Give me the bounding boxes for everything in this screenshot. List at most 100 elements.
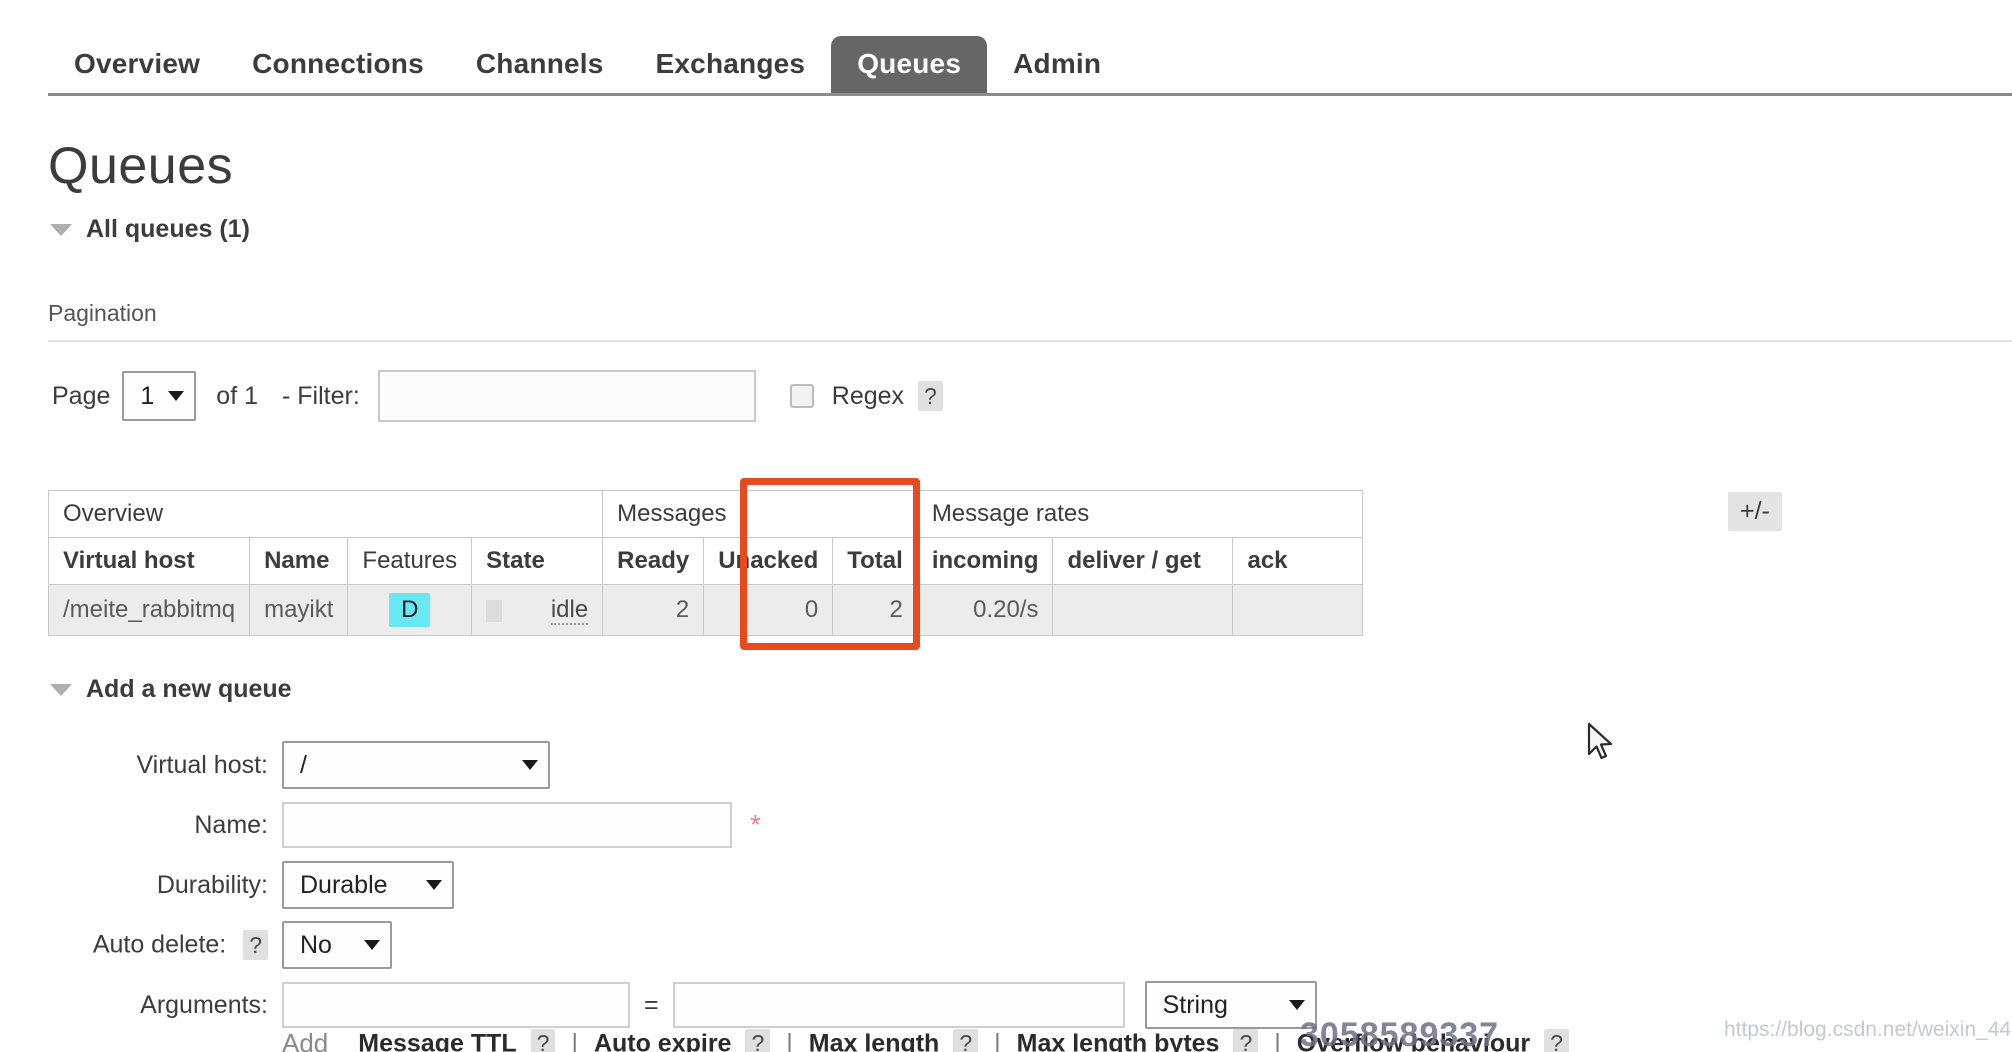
preset-link-max-length-bytes[interactable]: Max length bytes bbox=[1017, 1029, 1220, 1052]
chevron-down-icon bbox=[426, 880, 442, 890]
preset-group-overflow-behaviour: Overflow behaviour? bbox=[1297, 1028, 1569, 1052]
mouse-cursor bbox=[1587, 722, 1613, 760]
main-navigation: Overview Connections Channels Exchanges Queu… bbox=[0, 0, 2012, 97]
page-title: Queues bbox=[48, 137, 234, 195]
nav-tab-channels[interactable]: Channels bbox=[450, 36, 630, 94]
preset-link-overflow-behaviour[interactable]: Overflow behaviour bbox=[1297, 1029, 1530, 1052]
nav-tab-overview[interactable]: Overview bbox=[48, 36, 226, 94]
chevron-down-icon bbox=[1288, 1000, 1305, 1010]
cell-total: 2 bbox=[832, 584, 918, 636]
filter-label: - Filter: bbox=[282, 381, 360, 410]
column-header-deliver-get[interactable]: deliver / get bbox=[1052, 537, 1234, 585]
column-toggle-button[interactable]: +/- bbox=[1728, 492, 1782, 531]
preset-link-max-length[interactable]: Max length bbox=[809, 1029, 940, 1052]
argument-value-input[interactable] bbox=[672, 982, 1125, 1028]
form-row-virtual-host: Virtual host: / bbox=[0, 736, 1317, 794]
cell-incoming: 0.20/s bbox=[916, 584, 1054, 636]
auto-delete-select[interactable]: No bbox=[282, 921, 392, 969]
column-header-virtual-host[interactable]: Virtual host bbox=[47, 537, 251, 585]
preset-help-icon[interactable]: ? bbox=[953, 1028, 979, 1052]
cell-queue-name[interactable]: mayikt bbox=[249, 584, 349, 636]
group-header-messages: Messages bbox=[602, 490, 918, 538]
add-queue-section-toggle[interactable]: Add a new queue bbox=[50, 675, 292, 704]
state-label: idle bbox=[550, 596, 589, 625]
preset-help-icon[interactable]: ? bbox=[745, 1028, 771, 1052]
preset-group-max-length: Max length? bbox=[809, 1028, 979, 1052]
virtual-host-selected-value: / bbox=[300, 750, 307, 779]
group-header-overview: Overview bbox=[47, 490, 604, 538]
preset-help-icon[interactable]: ? bbox=[1233, 1028, 1259, 1052]
table-row[interactable]: /meite_rabbitmq mayikt D idle 2 0 2 0.20… bbox=[47, 584, 1364, 636]
add-queue-form: Virtual host: / Name: * Durability: Dura… bbox=[0, 736, 1317, 1036]
preset-help-icon[interactable]: ? bbox=[530, 1028, 556, 1052]
filter-input[interactable] bbox=[377, 370, 756, 422]
page-label: Page bbox=[52, 381, 111, 410]
column-header-name[interactable]: Name bbox=[249, 537, 349, 585]
nav-tab-exchanges[interactable]: Exchanges bbox=[630, 36, 832, 94]
add-queue-label: Add a new queue bbox=[86, 675, 292, 703]
page-total-label: of 1 bbox=[216, 381, 258, 410]
column-header-features[interactable]: Features bbox=[347, 537, 473, 585]
arguments-field-label: Arguments: bbox=[140, 990, 268, 1019]
durability-select[interactable]: Durable bbox=[282, 861, 454, 909]
argument-type-selected-value: String bbox=[1162, 990, 1228, 1019]
form-row-durability: Durability: Durable bbox=[0, 856, 1317, 914]
nav-tab-admin[interactable]: Admin bbox=[987, 36, 1127, 94]
table-group-header-row: Overview Messages Message rates bbox=[47, 490, 1364, 538]
nav-tab-queues[interactable]: Queues bbox=[831, 36, 988, 94]
column-header-ready[interactable]: Ready bbox=[602, 537, 705, 585]
durability-selected-value: Durable bbox=[300, 870, 388, 899]
arguments-equals-sign: = bbox=[644, 990, 659, 1019]
chevron-down-icon bbox=[168, 391, 185, 401]
cell-ready: 2 bbox=[602, 584, 705, 636]
nav-divider bbox=[48, 93, 2012, 96]
auto-delete-help-icon[interactable]: ? bbox=[243, 930, 268, 960]
state-indicator-icon bbox=[486, 599, 503, 622]
nav-tab-connections[interactable]: Connections bbox=[226, 36, 450, 94]
cell-deliver-get bbox=[1052, 584, 1234, 636]
preset-help-icon[interactable]: ? bbox=[1544, 1028, 1569, 1052]
add-argument-button[interactable]: Add bbox=[282, 1028, 328, 1052]
cell-unacked: 0 bbox=[703, 584, 834, 636]
argument-type-select[interactable]: String bbox=[1144, 981, 1317, 1029]
queue-name-input[interactable] bbox=[282, 802, 732, 848]
regex-help-icon[interactable]: ? bbox=[918, 381, 943, 411]
chevron-down-icon bbox=[522, 760, 538, 770]
form-row-arguments: Arguments: = String bbox=[0, 976, 1317, 1034]
virtual-host-select[interactable]: / bbox=[282, 741, 550, 789]
cell-state: idle bbox=[471, 584, 604, 636]
preset-group-max-length-bytes: Max length bytes? bbox=[1017, 1028, 1259, 1052]
regex-label: Regex bbox=[831, 381, 905, 410]
page-number-value: 1 bbox=[140, 381, 155, 410]
column-header-total[interactable]: Total bbox=[832, 537, 918, 585]
preset-separator: | bbox=[994, 1029, 1001, 1052]
preset-separator: | bbox=[1274, 1029, 1281, 1052]
page-number-select[interactable]: 1 bbox=[122, 371, 197, 421]
all-queues-section-toggle[interactable]: All queues (1) bbox=[50, 215, 250, 244]
pagination-divider bbox=[48, 340, 2012, 342]
nav-tab-list: Overview Connections Channels Exchanges Queu… bbox=[48, 22, 1127, 94]
table-column-header-row: Virtual host Name Features State Ready U… bbox=[47, 537, 1364, 585]
chevron-down-icon bbox=[50, 223, 72, 236]
cell-ack bbox=[1232, 584, 1364, 636]
all-queues-label: All queues (1) bbox=[86, 215, 250, 243]
column-header-ack[interactable]: ack bbox=[1232, 537, 1364, 585]
column-header-state[interactable]: State bbox=[471, 537, 604, 585]
auto-delete-label-text: Auto delete: bbox=[92, 930, 227, 959]
rabbitmq-management-page: Overview Connections Channels Exchanges Queu… bbox=[0, 0, 2012, 1052]
cell-virtual-host: /meite_rabbitmq bbox=[47, 584, 251, 636]
preset-group-auto-expire: Auto expire? bbox=[594, 1028, 771, 1052]
virtual-host-field-label: Virtual host: bbox=[136, 750, 268, 779]
chevron-down-icon bbox=[50, 683, 72, 696]
regex-checkbox[interactable] bbox=[789, 384, 814, 408]
column-header-unacked[interactable]: Unacked bbox=[703, 537, 834, 585]
cell-features: D bbox=[347, 584, 473, 636]
argument-key-input[interactable] bbox=[282, 982, 630, 1028]
pagination-section-label: Pagination bbox=[48, 300, 157, 326]
argument-presets-row: Add Message TTL? | Auto expire? | Max length… bbox=[282, 1028, 1569, 1052]
preset-link-message-ttl[interactable]: Message TTL bbox=[358, 1029, 516, 1052]
column-header-incoming[interactable]: incoming bbox=[916, 537, 1054, 585]
preset-link-auto-expire[interactable]: Auto expire bbox=[594, 1029, 732, 1052]
auto-delete-field-label: Auto delete: ? bbox=[0, 930, 282, 960]
preset-separator: | bbox=[786, 1029, 793, 1052]
